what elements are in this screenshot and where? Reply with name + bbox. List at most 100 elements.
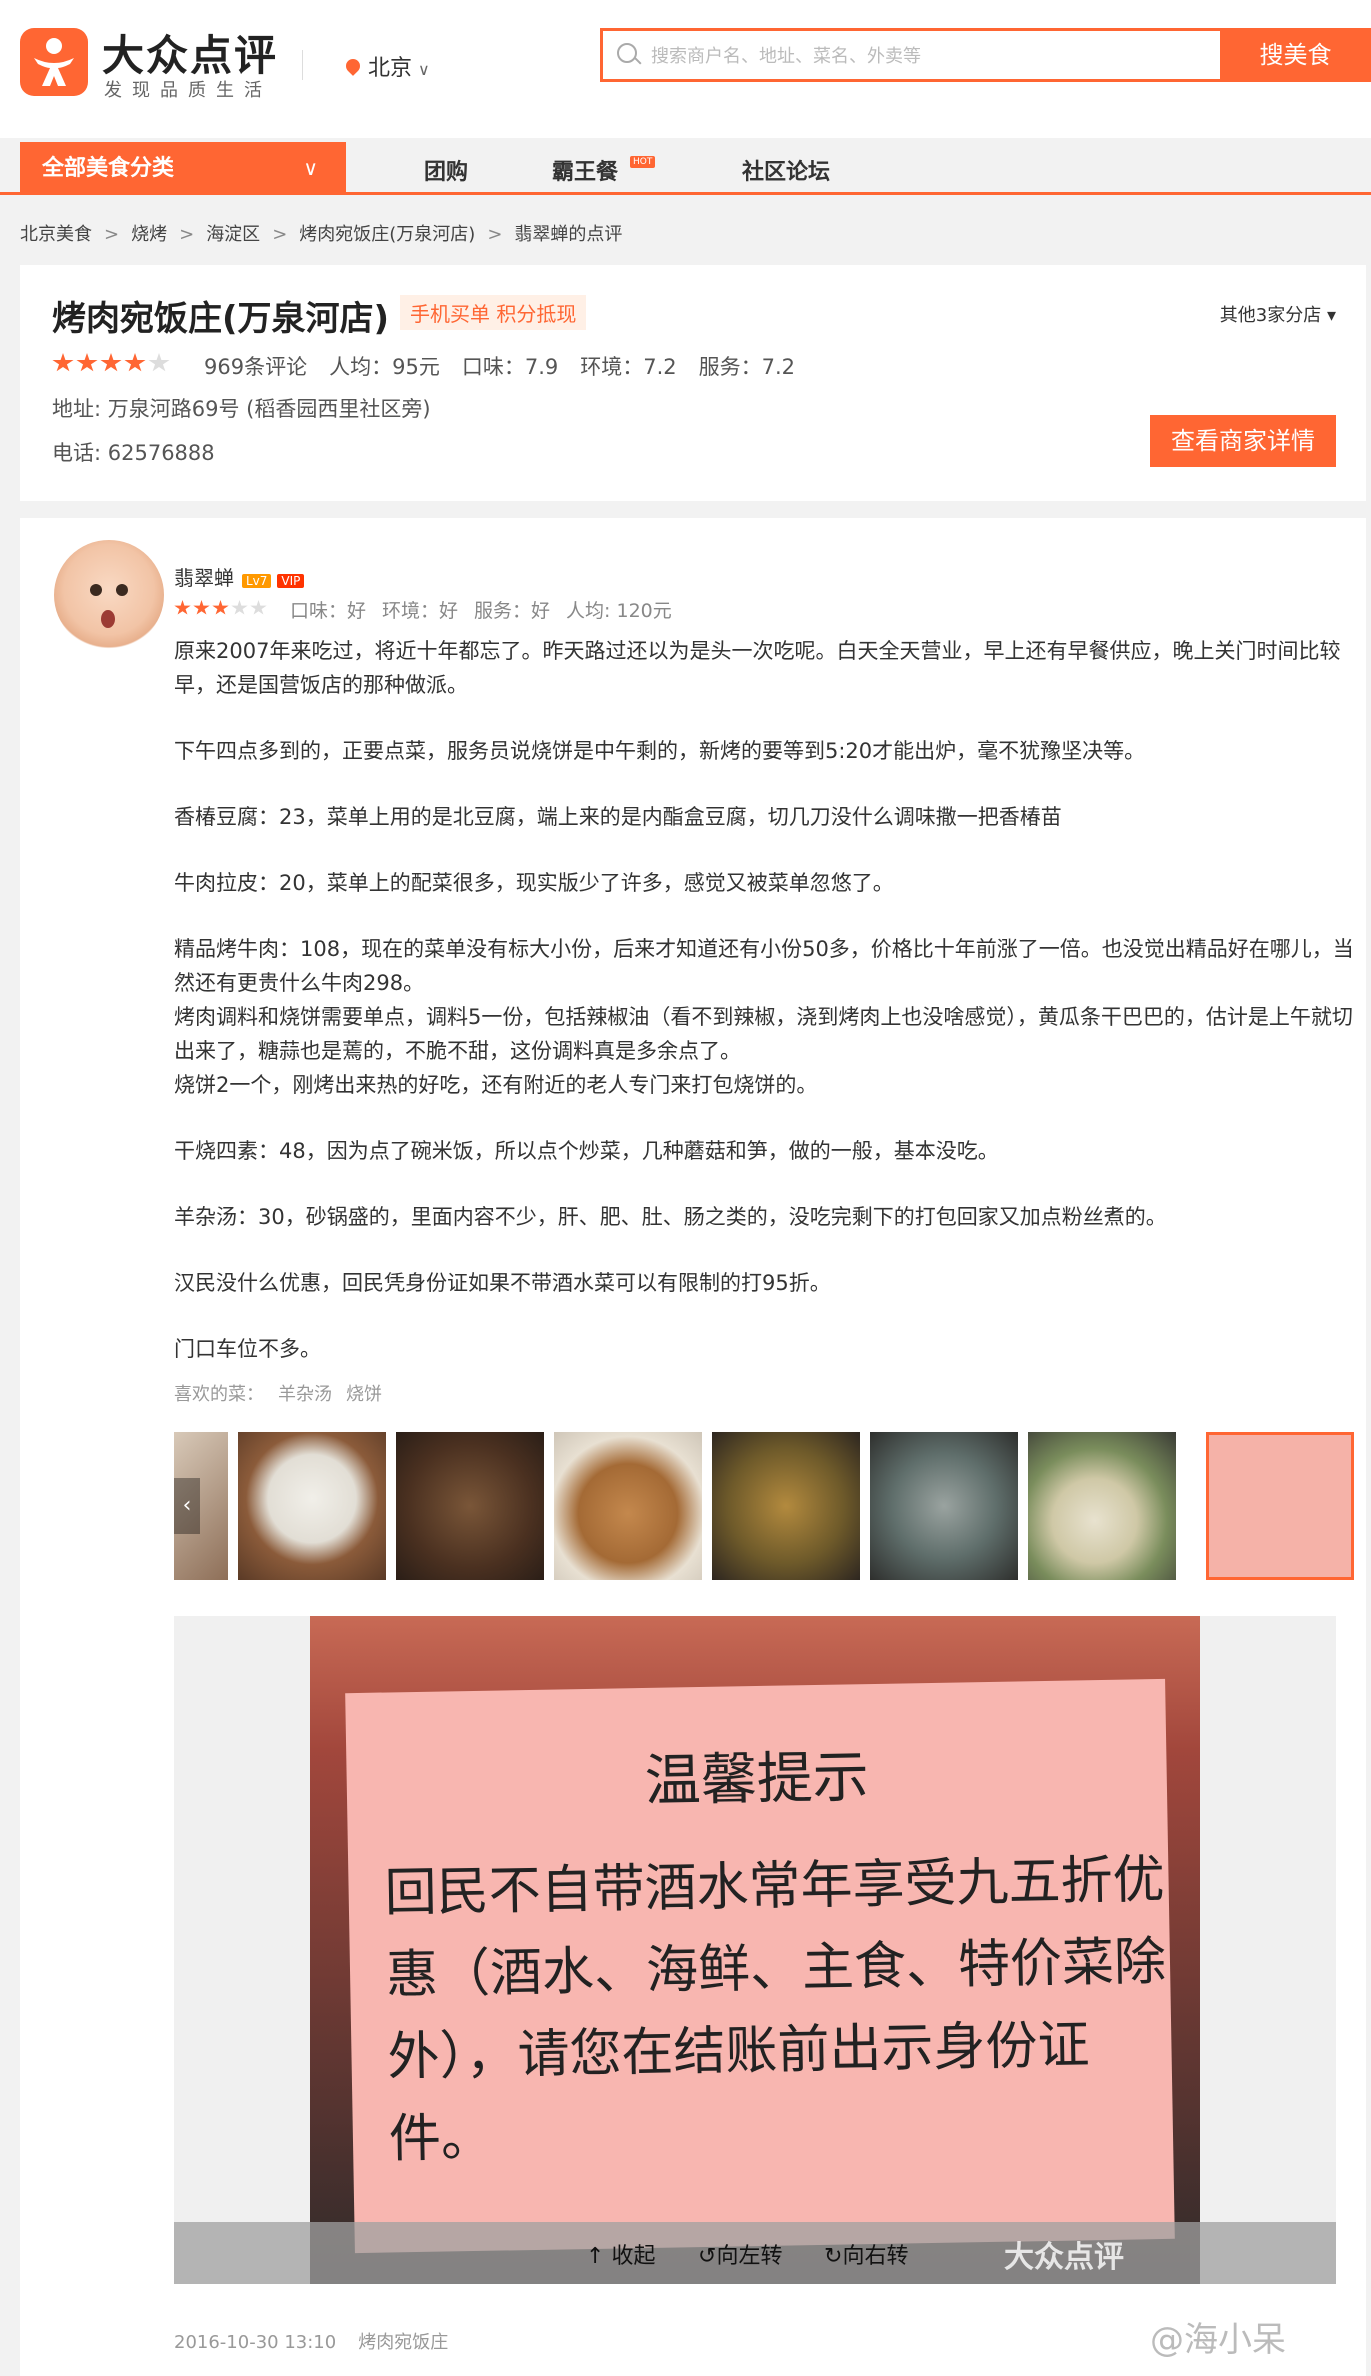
review-content: 原来2007年来吃过，将近十年都忘了。昨天路过还以为是头一次吃呢。白天全天营业，…	[174, 634, 1354, 1366]
review-date: 2016-10-30 13:10	[174, 2332, 337, 2353]
star-icon	[212, 600, 229, 615]
site-header: 大众点评 发现品质生活 北京 ∨ 搜美食	[0, 0, 1371, 138]
rotate-right-button[interactable]: ↻向右转	[824, 2238, 908, 2270]
shop-name[interactable]: 烤肉宛饭庄(万泉河店)	[52, 291, 389, 340]
all-categories-label: 全部美食分类	[42, 156, 175, 181]
review-paragraph: 干烧四素：48，因为点了碗米饭，所以点个炒菜，几种蘑菇和笋，做的一般，基本没吃。	[174, 1139, 999, 1163]
photo-thumbnail[interactable]	[1028, 1432, 1176, 1580]
favorite-dishes: 喜欢的菜： 羊杂汤 烧饼	[174, 1380, 382, 1406]
caret-down-icon: ▾	[1326, 305, 1336, 326]
header-divider	[302, 50, 303, 80]
review-paragraph: 下午四点多到的，正要点菜，服务员说烧饼是中午剩的，新烤的要等到5:20才能出炉，…	[174, 739, 1146, 763]
breadcrumb-separator: >	[272, 224, 288, 245]
nav-link-forum[interactable]: 社区论坛	[742, 154, 830, 186]
star-empty-icon	[231, 600, 248, 615]
review-paragraph: 汉民没什么优惠，回民凭身份证如果不带酒水菜可以有限制的打95折。	[174, 1271, 831, 1295]
taste-score: 口味：7.9	[461, 355, 559, 379]
review-paragraph: 羊杂汤：30，砂锅盛的，里面内容不少，肝、肥、肚、肠之类的，没吃完剩下的打包回家…	[174, 1205, 1167, 1229]
shop-stats: 969条评论 人均：95元 口味：7.9 环境：7.2 服务：7.2	[204, 351, 817, 381]
hot-badge: HOT	[630, 156, 656, 168]
avatar[interactable]	[54, 540, 164, 650]
review-environment: 环境：好	[382, 600, 459, 622]
breadcrumb-item[interactable]: 烧烤	[131, 224, 167, 245]
star-icon	[76, 353, 98, 372]
photo-toolbar: ↑ 收起 ↺向左转 ↻向右转 大众点评	[174, 2222, 1336, 2284]
chevron-left-icon[interactable]: ‹	[174, 1478, 200, 1534]
photo-thumbnail[interactable]	[554, 1432, 702, 1580]
photo-watermark: 大众点评	[1004, 2240, 1124, 2275]
photo-thumbnail-selected[interactable]	[1206, 1432, 1354, 1580]
review-paragraph: 香椿豆腐：23，菜单上用的是北豆腐，端上来的是内酯盒豆腐，切几刀没什么调味撒一把…	[174, 805, 1062, 829]
favorite-dishes-label: 喜欢的菜：	[174, 1384, 264, 1405]
rotate-left-icon: ↺	[698, 2244, 717, 2269]
logo-person-icon	[34, 38, 74, 86]
location-pin-icon	[343, 56, 363, 76]
notice-photo: 温馨提示 回民不自带酒水常年享受九五折优惠（酒水、海鲜、主食、特价菜除外），请您…	[310, 1616, 1200, 2284]
photo-thumbnail-strip: ‹	[174, 1432, 1354, 1584]
rotate-right-label: 向右转	[842, 2244, 909, 2269]
photo-thumbnail[interactable]	[712, 1432, 860, 1580]
chevron-down-icon: ∨	[418, 60, 430, 79]
breadcrumb-item[interactable]: 烤肉宛饭庄(万泉河店)	[299, 224, 475, 245]
search-box	[600, 28, 1220, 82]
breadcrumb-current: 翡翠蝉的点评	[514, 224, 623, 245]
favorite-dish[interactable]: 羊杂汤	[278, 1384, 332, 1405]
breadcrumb-separator: >	[104, 224, 120, 245]
breadcrumb: 北京美食 > 烧烤 > 海淀区 > 烤肉宛饭庄(万泉河店) > 翡翠蝉的点评	[20, 220, 622, 246]
review-paragraph: 原来2007年来吃过，将近十年都忘了。昨天路过还以为是头一次吃呢。白天全天营业，…	[174, 639, 1341, 697]
photo-thumbnail[interactable]	[396, 1432, 544, 1580]
review-card: 翡翠蝉 Lv7 VIP 口味：好 环境：好 服务：好 人均: 120元 原来2007年来吃…	[20, 518, 1366, 2376]
avatar-mouth	[101, 610, 115, 628]
star-empty-icon	[250, 600, 267, 615]
nav-link-bawangcan[interactable]: 霸王餐	[552, 154, 618, 186]
breadcrumb-item[interactable]: 北京美食	[20, 224, 92, 245]
rotate-left-button[interactable]: ↺向左转	[698, 2238, 782, 2270]
shop-tag: 手机买单 积分抵现	[400, 295, 587, 330]
all-categories-button[interactable]: 全部美食分类 ∨	[20, 142, 346, 195]
search-icon	[617, 43, 637, 63]
shop-card: 烤肉宛饭庄(万泉河店) 手机买单 积分抵现 其他3家分店 ▾ 969条评论 人均：…	[20, 265, 1366, 501]
photo-viewer: 温馨提示 回民不自带酒水常年享受九五折优惠（酒水、海鲜、主食、特价菜除外），请您…	[174, 1616, 1336, 2284]
nav-underline	[0, 192, 1371, 195]
review-rating-stars	[174, 600, 269, 616]
logo-title[interactable]: 大众点评	[102, 22, 278, 83]
photo-thumbnail[interactable]	[870, 1432, 1018, 1580]
search-input[interactable]	[649, 39, 1193, 73]
review-meta: 2016-10-30 13:10 烤肉宛饭庄	[174, 2328, 470, 2354]
favorite-dish[interactable]: 烧饼	[346, 1384, 382, 1405]
photo-thumbnail[interactable]	[238, 1432, 386, 1580]
collapse-button[interactable]: ↑ 收起	[586, 2238, 655, 2270]
dianping-logo-icon[interactable]	[20, 28, 88, 96]
review-paragraph: 精品烤牛肉：108，现在的菜单没有标大小份，后来才知道还有小份50多，价格比十年…	[174, 937, 1354, 995]
breadcrumb-item[interactable]: 海淀区	[206, 224, 260, 245]
search-button[interactable]: 搜美食	[1220, 28, 1371, 82]
notice-title: 温馨提示	[644, 1745, 870, 1814]
review-paragraph: 烤肉调料和烧饼需要单点，调料5一份，包括辣椒油（看不到辣椒，浇到烤肉上也没啥感觉…	[174, 1005, 1353, 1063]
star-icon	[52, 353, 74, 372]
vip-badge: VIP	[277, 574, 305, 588]
city-label: 北京	[368, 56, 413, 81]
review-shop-link[interactable]: 烤肉宛饭庄	[358, 2332, 448, 2353]
rotate-right-icon: ↻	[824, 2244, 843, 2269]
review-count[interactable]: 969条评论	[204, 355, 307, 379]
view-shop-details-button[interactable]: 查看商家详情	[1150, 415, 1336, 467]
city-selector[interactable]: 北京 ∨	[343, 50, 430, 82]
star-icon	[124, 353, 146, 372]
review-paragraph: 牛肉拉皮：20，菜单上的配菜很多，现实版少了许多，感觉又被菜单忽悠了。	[174, 871, 894, 895]
avatar-eye	[116, 584, 128, 596]
nav-link-groupbuy[interactable]: 团购	[424, 154, 468, 186]
reviewer-name[interactable]: 翡翠蝉	[174, 566, 234, 590]
shop-rating-stars	[52, 353, 172, 373]
review-avg-price: 人均: 120元	[566, 600, 672, 622]
collapse-label: 收起	[611, 2244, 656, 2269]
star-icon	[100, 353, 122, 372]
notice-paper: 温馨提示 回民不自带酒水常年享受九五折优惠（酒水、海鲜、主食、特价菜除外），请您…	[345, 1678, 1175, 2254]
notice-text: 回民不自带酒水常年享受九五折优惠（酒水、海鲜、主食、特价菜除外），请您在结账前出…	[384, 1849, 1167, 2170]
level-badge: Lv7	[242, 574, 272, 588]
review-taste: 口味：好	[290, 600, 367, 622]
branches-dropdown[interactable]: 其他3家分店 ▾	[1220, 301, 1336, 327]
branches-label: 其他3家分店	[1219, 305, 1322, 326]
review-paragraph: 门口车位不多。	[174, 1337, 321, 1361]
review-service: 服务：好	[474, 600, 551, 622]
shop-address: 地址: 万泉河路69号 (稻香园西里社区旁)	[52, 397, 431, 421]
